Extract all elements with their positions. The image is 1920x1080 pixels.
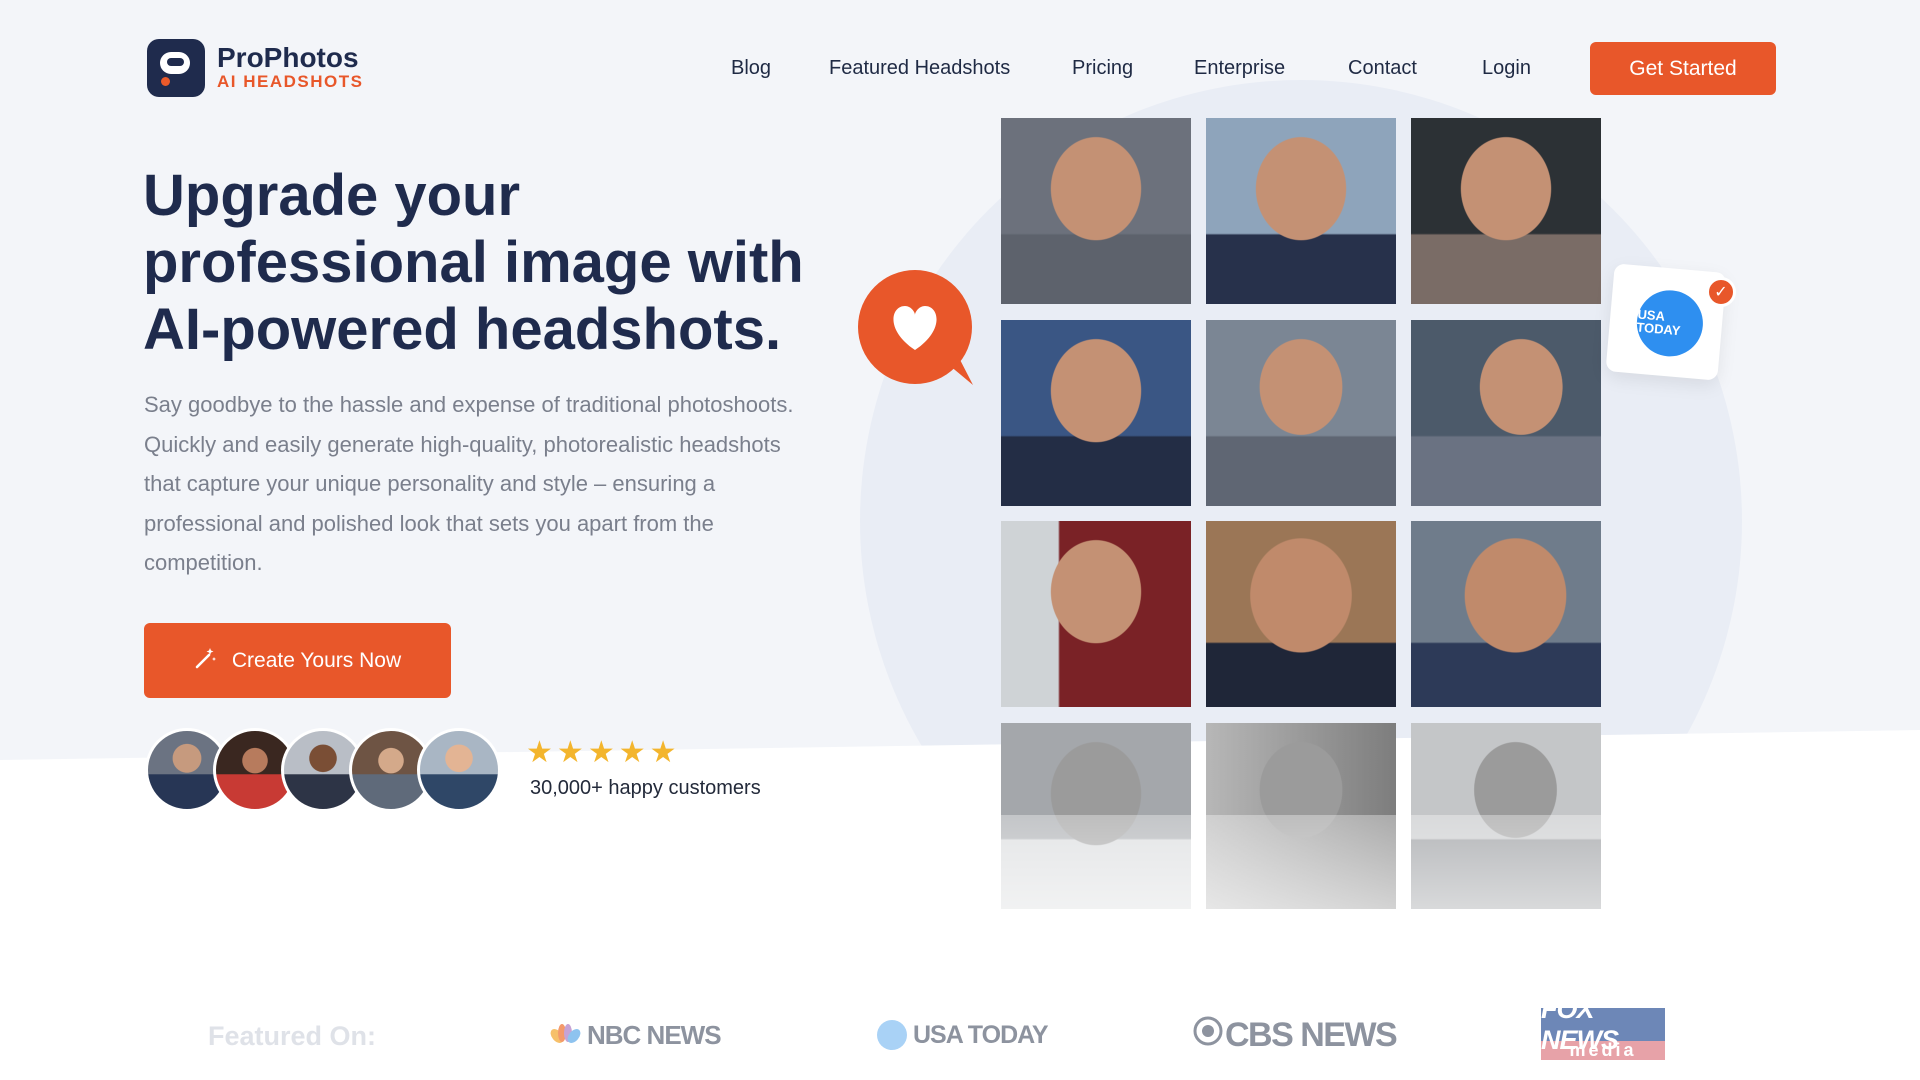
hero-description: Say goodbye to the hassle and expense of… <box>144 392 794 575</box>
nav-blog[interactable]: Blog <box>731 57 771 80</box>
grid-fade-overlay <box>990 815 1620 935</box>
nav-pricing[interactable]: Pricing <box>1072 57 1133 80</box>
headshot-image <box>1411 320 1601 506</box>
featured-on-label: Featured On: <box>208 1021 377 1051</box>
headshot-image <box>1206 320 1396 506</box>
nbc-news-logo: NBC NEWS <box>549 1020 722 1051</box>
brand-name: ProPhotos <box>217 42 359 73</box>
customer-count: 30,000+ happy customers <box>530 777 761 799</box>
star-icon: ★ <box>618 736 646 769</box>
hero-title: Upgrade your professional image with AI-… <box>143 163 804 362</box>
create-yours-now-label: Create Yours Now <box>231 648 402 672</box>
usa-today-logo: USA TODAY <box>1634 287 1706 360</box>
create-yours-now-button[interactable]: Create Yours Now <box>144 623 451 698</box>
star-icon: ★ <box>526 736 553 769</box>
cbs-news-logo: CBS NEWS <box>1193 1016 1398 1055</box>
cbs-eye-icon <box>1193 1016 1223 1055</box>
star-icon: ★ <box>556 736 584 769</box>
headshot-image <box>1206 521 1396 707</box>
fox-news-media-logo: FOX NEWS media <box>1541 994 1665 1060</box>
usa-today-dot-icon <box>877 1020 907 1050</box>
nav-enterprise[interactable]: Enterprise <box>1194 57 1285 80</box>
nav-login[interactable]: Login <box>1482 57 1531 80</box>
star-icon: ★ <box>649 736 677 769</box>
rating-stars: ★ ★ ★ ★ ★ <box>526 738 677 768</box>
headshot-image <box>1411 118 1601 304</box>
usa-today-badge: USA TODAY <box>1605 263 1727 381</box>
brand-logo[interactable]: ProPhotos AI HEADSHOTS <box>147 39 363 97</box>
headshot-image <box>1001 521 1191 707</box>
peacock-icon <box>549 1020 583 1051</box>
headshot-image <box>1001 118 1191 304</box>
usa-today-logo: USA TODAY <box>877 1020 1049 1050</box>
check-icon: ✓ <box>1706 277 1736 307</box>
magic-wand-icon <box>194 646 218 676</box>
nav-contact[interactable]: Contact <box>1348 57 1417 80</box>
nav-featured-headshots[interactable]: Featured Headshots <box>829 57 1010 80</box>
headshot-image <box>1206 118 1396 304</box>
avatar <box>417 728 501 812</box>
logo-icon <box>147 39 205 97</box>
headshot-image <box>1001 320 1191 506</box>
get-started-button[interactable]: Get Started <box>1590 42 1776 95</box>
headshot-image <box>1411 521 1601 707</box>
heart-bubble-icon <box>855 270 975 385</box>
brand-tagline: AI HEADSHOTS <box>217 72 364 91</box>
star-icon: ★ <box>587 736 615 769</box>
